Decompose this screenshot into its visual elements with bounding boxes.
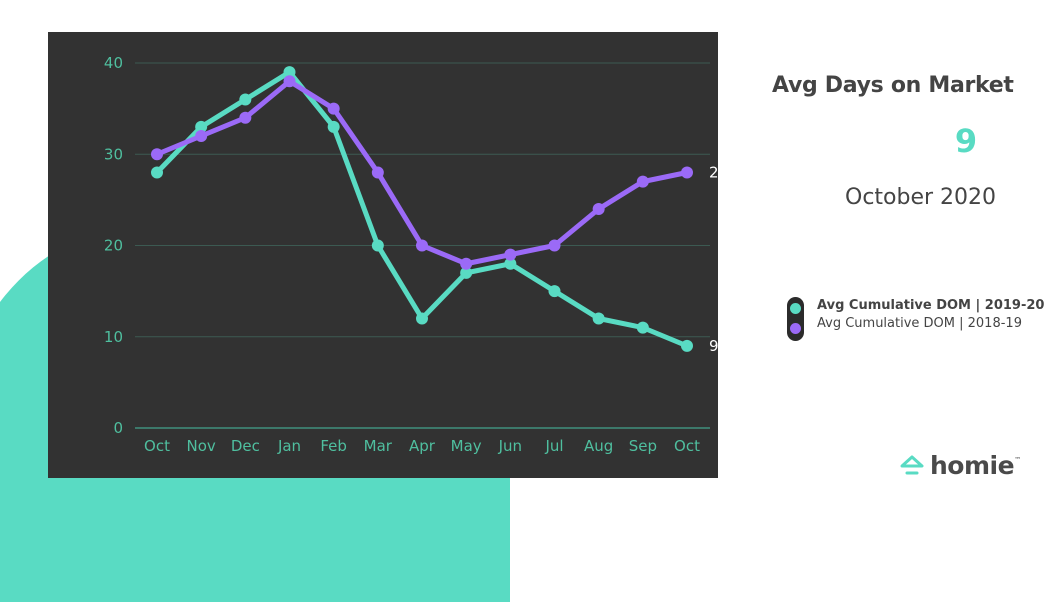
data-point: [636, 321, 649, 334]
end-label-0: 9: [709, 337, 719, 355]
legend-swatch-pill: [787, 297, 804, 341]
data-point: [592, 203, 605, 215]
x-tick-label: Jan: [277, 437, 301, 455]
end-label-1: 28: [709, 164, 728, 182]
data-point: [151, 148, 163, 161]
data-point: [327, 102, 340, 115]
x-tick-label: May: [451, 437, 482, 455]
x-axis-ticks: Oct Nov Dec Jan Feb Mar Apr May Jun Jul Aug Sep Oct: [144, 437, 700, 455]
x-tick-label: Feb: [320, 437, 347, 455]
data-point: [327, 120, 340, 133]
data-point: [636, 175, 649, 188]
y-tick-label: 40: [104, 54, 123, 72]
data-point: [416, 312, 428, 325]
data-point: [681, 166, 693, 179]
data-point: [195, 130, 208, 142]
legend-item-2019-20: Avg Cumulative DOM | 2019-20: [817, 298, 1045, 313]
y-tick-label: 20: [104, 237, 123, 255]
end-labels: 9 28: [709, 164, 728, 355]
x-tick-label: Oct: [674, 437, 700, 455]
summary-title: Avg Days on Market: [772, 73, 1014, 98]
series-line-0: [154, 69, 690, 349]
legend-item-2018-19: Avg Cumulative DOM | 2018-19: [817, 316, 1022, 331]
x-tick-label: Sep: [629, 437, 657, 455]
y-axis-ticks: 0 10 20 30 40: [104, 54, 123, 437]
y-tick-label: 10: [104, 328, 123, 346]
x-tick-label: Jun: [498, 437, 522, 455]
data-point: [371, 166, 384, 179]
house-icon: [900, 455, 924, 475]
x-tick-label: Dec: [231, 437, 260, 455]
series-group: [151, 66, 693, 352]
data-point: [548, 239, 561, 252]
series-line-1: [154, 78, 690, 267]
x-tick-label: Mar: [364, 437, 393, 455]
x-tick-label: Nov: [187, 437, 216, 455]
legend-dot-2018-19: [790, 323, 801, 334]
summary-period: October 2020: [845, 185, 997, 210]
data-point: [592, 312, 605, 325]
summary-value: 9: [954, 122, 978, 160]
data-point: [283, 75, 296, 88]
data-point: [151, 166, 163, 179]
brand-name: homie: [930, 450, 1015, 480]
data-point: [504, 248, 517, 261]
data-point: [371, 239, 384, 252]
x-tick-label: Oct: [144, 437, 170, 455]
homie-logo: homie ™: [900, 450, 1021, 480]
trademark: ™: [1014, 456, 1022, 464]
data-point: [460, 257, 473, 270]
y-tick-label: 0: [113, 419, 123, 437]
data-point: [416, 239, 428, 252]
x-tick-label: Aug: [584, 437, 613, 455]
x-tick-label: Jul: [544, 437, 563, 455]
data-point: [239, 93, 252, 106]
data-point: [548, 285, 561, 298]
x-tick-label: Apr: [409, 437, 436, 455]
data-point: [681, 339, 693, 352]
data-point: [239, 111, 252, 124]
y-tick-label: 30: [104, 145, 123, 163]
legend-dot-2019-20: [790, 303, 801, 314]
